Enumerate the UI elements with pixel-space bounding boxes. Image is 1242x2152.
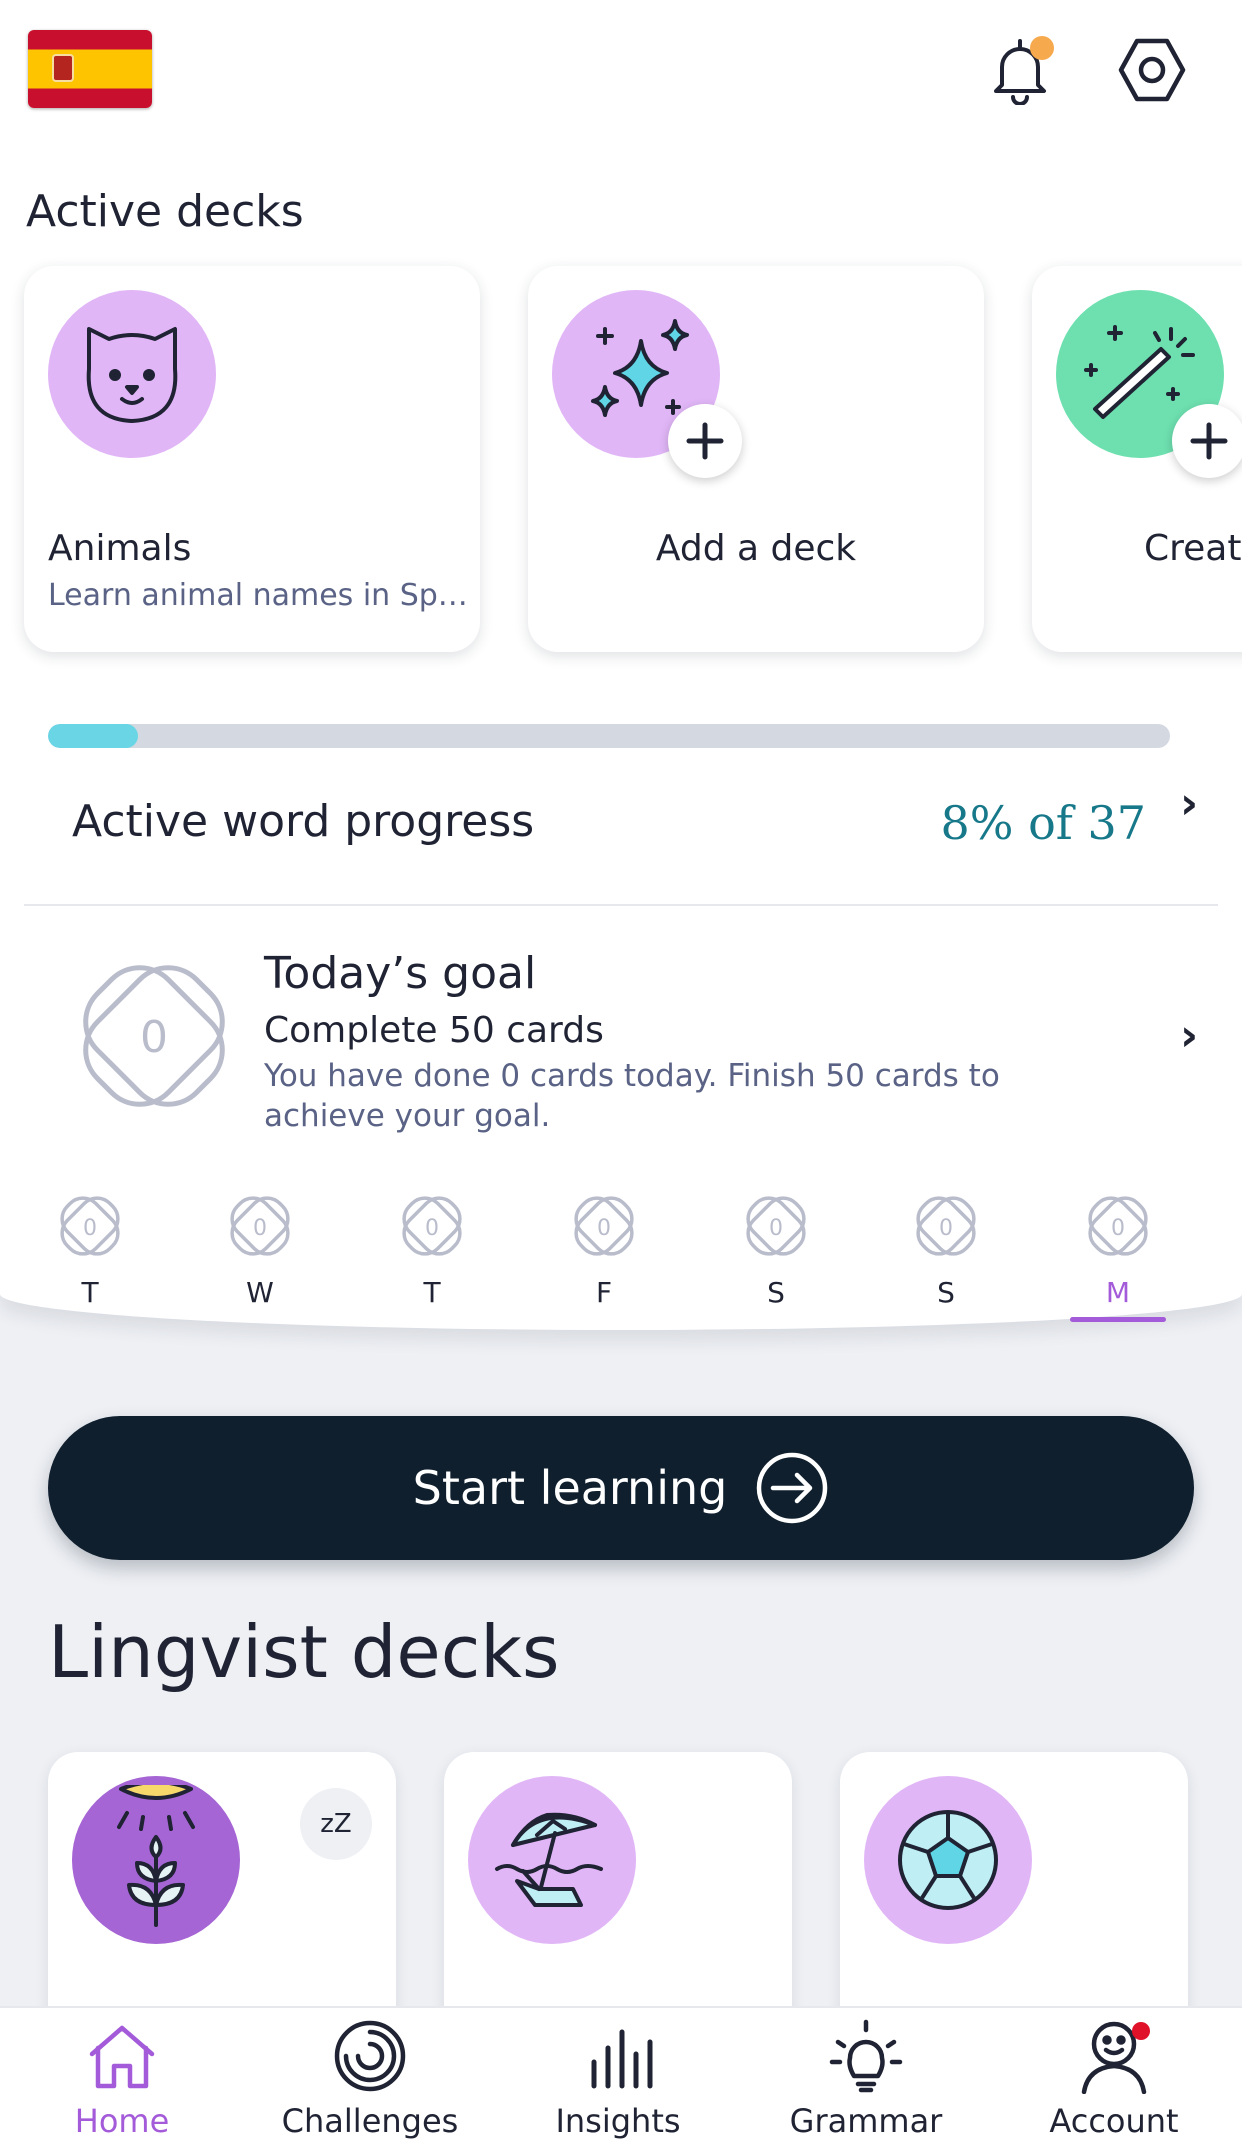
day-letter: S (767, 1276, 785, 1309)
goal-badge-icon: 0 (74, 956, 234, 1116)
day-badge-icon: 0 (574, 1196, 634, 1256)
plant-icon (72, 1776, 240, 1944)
hexagon-settings-icon[interactable] (1112, 30, 1192, 110)
beach-umbrella-icon (468, 1776, 636, 1944)
goal-subtitle: Complete 50 cards (264, 1010, 604, 1051)
word-progress-label[interactable]: Active word progress (72, 796, 534, 847)
snooze-icon: zZ (300, 1788, 372, 1860)
day-count: 0 (83, 1216, 97, 1241)
nav-label: Challenges (281, 2102, 459, 2140)
cat-icon (48, 290, 216, 458)
day-letter: S (937, 1276, 955, 1309)
goal-description: You have done 0 cards today. Finish 50 c… (264, 1058, 1000, 1134)
day-count: 0 (425, 1216, 439, 1241)
soccer-ball-icon (864, 1776, 1032, 1944)
week-day: 0F (554, 1190, 654, 1309)
day-count: 0 (597, 1216, 611, 1241)
weekly-streak: 0T0W0T0F0S0S0M (40, 1190, 1200, 1322)
start-learning-label: Start learning (412, 1461, 728, 1515)
word-progress-bar (48, 724, 1170, 748)
account-notification-dot (1132, 2022, 1150, 2040)
day-letter: M (1105, 1276, 1131, 1309)
day-letter: T (423, 1276, 441, 1309)
day-badge-icon: 0 (60, 1196, 120, 1256)
week-day: 0T (40, 1190, 140, 1309)
challenges-icon (330, 2016, 410, 2096)
day-badge-icon: 0 (230, 1196, 290, 1256)
day-badge-icon: 0 (402, 1196, 462, 1256)
nav-challenges[interactable]: Challenges (270, 2008, 470, 2152)
lingvist-decks-title: Lingvist decks (48, 1610, 560, 1694)
account-icon (1074, 2016, 1154, 2096)
today-indicator (1070, 1317, 1166, 1322)
nav-label: Home (74, 2102, 170, 2140)
day-letter: W (246, 1276, 274, 1309)
deck-card-animals[interactable]: Animals Learn animal names in Sp… (24, 266, 480, 652)
divider (24, 904, 1218, 906)
nav-label: Insights (555, 2102, 681, 2140)
create-deck-label: Create (1144, 528, 1242, 569)
week-day: 0T (382, 1190, 482, 1309)
week-day: 0M (1068, 1190, 1168, 1322)
day-badge-icon: 0 (916, 1196, 976, 1256)
chevron-right-icon[interactable]: › (1180, 778, 1198, 829)
add-plus-icon (668, 404, 742, 478)
active-decks-row: Animals Learn animal names in Sp… Add a … (0, 266, 1242, 656)
insights-icon (578, 2016, 658, 2096)
week-day: 0W (210, 1190, 310, 1309)
goal-count: 0 (140, 1012, 168, 1063)
day-count: 0 (769, 1216, 783, 1241)
week-day: 0S (726, 1190, 826, 1309)
nav-label: Grammar (789, 2102, 943, 2140)
spain-flag-icon[interactable] (28, 30, 152, 108)
day-badge-icon: 0 (1088, 1196, 1148, 1256)
home-icon (82, 2016, 162, 2096)
day-letter: F (595, 1276, 613, 1309)
nav-grammar[interactable]: Grammar (766, 2008, 966, 2152)
day-badge-icon: 0 (746, 1196, 806, 1256)
add-deck-card[interactable]: Add a deck (528, 266, 984, 652)
goal-title: Today’s goal (264, 948, 537, 999)
day-count: 0 (253, 1216, 267, 1241)
start-learning-button[interactable]: Start learning (48, 1416, 1194, 1560)
bottom-nav: Home Challenges Insights Grammar Account (0, 2006, 1242, 2152)
create-deck-card[interactable]: Create (1032, 266, 1242, 652)
add-deck-label: Add a deck (655, 528, 857, 569)
nav-home[interactable]: Home (22, 2008, 222, 2152)
day-count: 0 (1111, 1216, 1125, 1241)
arrow-right-circle-icon (757, 1452, 828, 1524)
active-decks-title: Active decks (26, 186, 304, 237)
word-progress-value[interactable]: 8% of 37 (941, 796, 1146, 850)
deck-subtitle: Learn animal names in Sp… (48, 578, 468, 613)
nav-account[interactable]: Account (1014, 2008, 1214, 2152)
bell-icon[interactable] (980, 30, 1060, 110)
week-day: 0S (896, 1190, 996, 1309)
chevron-right-icon[interactable]: › (1180, 1010, 1198, 1061)
day-letter: T (81, 1276, 99, 1309)
day-count: 0 (939, 1216, 953, 1241)
notification-dot (1030, 36, 1054, 60)
deck-name: Animals (48, 528, 192, 569)
word-progress-fill (48, 724, 138, 748)
lightbulb-icon (826, 2016, 906, 2096)
nav-label: Account (1049, 2102, 1179, 2140)
coat-of-arms (52, 54, 74, 82)
nav-insights[interactable]: Insights (518, 2008, 718, 2152)
add-plus-icon (1172, 404, 1242, 478)
